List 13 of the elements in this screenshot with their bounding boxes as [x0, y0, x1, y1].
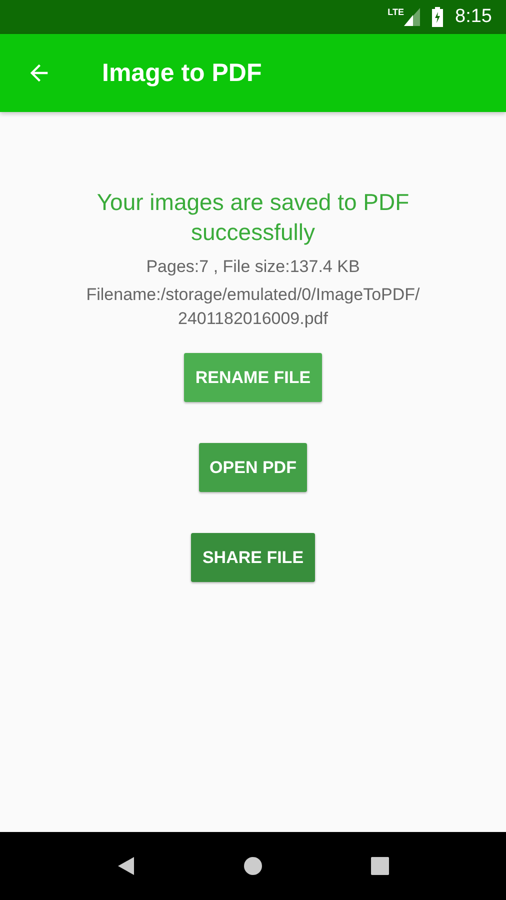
file-path: Filename:/storage/emulated/0/ImageToPDF/ 2401182016009.pdf — [85, 284, 421, 330]
file-info: Pages:7 , File size:137.4 KB — [146, 257, 360, 277]
clock: 8:15 — [455, 6, 492, 28]
signal-icon — [404, 8, 420, 26]
battery-icon — [432, 7, 444, 27]
action-button[interactable]: OPEN PDF — [198, 443, 308, 492]
action-button[interactable]: SHARE FILE — [191, 533, 315, 582]
success-message: Your images are saved to PDF successfully — [96, 188, 410, 247]
home-icon[interactable] — [243, 856, 263, 876]
action-button[interactable]: RENAME FILE — [184, 353, 322, 402]
app-title: Image to PDF — [102, 58, 262, 88]
network-label: LTE — [388, 7, 404, 17]
back-icon[interactable] — [117, 856, 135, 876]
